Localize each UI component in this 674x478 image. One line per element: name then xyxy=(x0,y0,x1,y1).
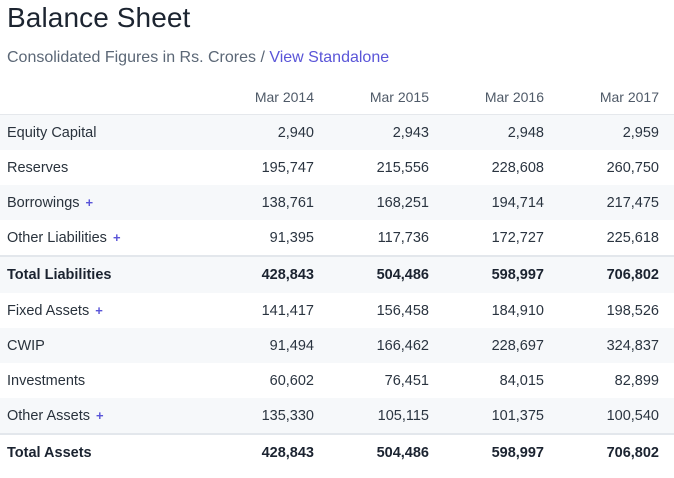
value-cell: 168,251 xyxy=(314,185,429,220)
row-label: Borrowings xyxy=(7,194,80,211)
value-cell: 228,608 xyxy=(491,159,544,176)
value-cell: 504,486 xyxy=(314,433,429,471)
column-header: Mar 2014 xyxy=(199,80,314,115)
value-cell: 91,395 xyxy=(269,229,314,246)
value-cell: 84,015 xyxy=(499,372,544,389)
value-cell: 215,556 xyxy=(376,159,429,176)
balance-sheet-table: Mar 2014 Mar 2015 Mar 2016 Mar 2017 Equi… xyxy=(0,80,674,471)
header-label-cell xyxy=(0,80,199,115)
value-cell: 706,802 xyxy=(544,255,659,293)
row-label: Total Assets xyxy=(0,433,199,471)
column-header: Mar 2016 xyxy=(429,80,544,115)
page-subtitle: Consolidated Figures in Rs. Crores / Vie… xyxy=(7,49,389,67)
value-cell: 2,943 xyxy=(314,114,429,150)
table-row: Equity Capital 2,940 2,943 2,948 2,959 xyxy=(0,114,674,150)
row-label-expandable: Borrowings + xyxy=(0,185,199,220)
expand-other-assets-button[interactable]: + xyxy=(96,408,104,423)
value-cell: 60,602 xyxy=(269,372,314,389)
value-cell: 598,997 xyxy=(429,255,544,293)
value-cell: 2,940 xyxy=(199,114,314,150)
value-cell: 324,837 xyxy=(544,328,659,363)
column-header: Mar 2015 xyxy=(314,80,429,115)
header-row: Mar 2014 Mar 2015 Mar 2016 Mar 2017 xyxy=(0,80,674,115)
value-cell: 195,747 xyxy=(261,159,314,176)
value-cell: 217,475 xyxy=(544,185,659,220)
value-cell: 172,727 xyxy=(491,229,544,246)
total-row: Total Assets 428,843 504,486 598,997 706… xyxy=(0,433,674,471)
value-cell: 260,750 xyxy=(606,159,659,176)
value-cell: 225,618 xyxy=(606,229,659,246)
expand-other-liabilities-button[interactable]: + xyxy=(113,230,121,245)
value-cell: 82,899 xyxy=(614,372,659,389)
value-cell: 76,451 xyxy=(384,372,429,389)
value-cell: 706,802 xyxy=(544,433,659,471)
row-label: Fixed Assets xyxy=(7,302,90,319)
row-label-expandable: Other Liabilities + xyxy=(0,220,199,256)
value-cell: 166,462 xyxy=(314,328,429,363)
row-label: Total Liabilities xyxy=(0,255,199,293)
row-label: Reserves xyxy=(7,159,69,176)
balance-sheet-panel: Balance Sheet Consolidated Figures in Rs… xyxy=(0,0,674,478)
view-standalone-link[interactable]: View Standalone xyxy=(269,49,389,66)
table-row: Investments 60,602 76,451 84,015 82,899 xyxy=(0,363,674,398)
value-cell: 228,697 xyxy=(429,328,544,363)
value-cell: 194,714 xyxy=(429,185,544,220)
value-cell: 428,843 xyxy=(199,433,314,471)
total-row: Total Liabilities 428,843 504,486 598,99… xyxy=(0,255,674,293)
row-label: CWIP xyxy=(0,328,199,363)
value-cell: 598,997 xyxy=(429,433,544,471)
value-cell: 504,486 xyxy=(314,255,429,293)
value-cell: 156,458 xyxy=(376,302,429,319)
table-row: Reserves 195,747 215,556 228,608 260,750 xyxy=(0,150,674,185)
page-title: Balance Sheet xyxy=(7,2,191,33)
value-cell: 2,948 xyxy=(429,114,544,150)
column-header: Mar 2017 xyxy=(544,80,659,115)
row-label-expandable: Fixed Assets + xyxy=(0,293,199,328)
table-row: Fixed Assets + 141,417 156,458 184,910 19… xyxy=(0,293,674,328)
subtitle-text: Consolidated Figures in Rs. Crores / xyxy=(7,49,270,66)
value-cell: 138,761 xyxy=(199,185,314,220)
value-cell: 105,115 xyxy=(314,398,429,434)
table-row: Other Assets + 135,330 105,115 101,375 10… xyxy=(0,398,674,434)
value-cell: 198,526 xyxy=(606,302,659,319)
value-cell: 101,375 xyxy=(429,398,544,434)
value-cell: 135,330 xyxy=(199,398,314,434)
row-label: Equity Capital xyxy=(0,114,199,150)
row-label-expandable: Other Assets + xyxy=(0,398,199,434)
value-cell: 2,959 xyxy=(544,114,659,150)
value-cell: 91,494 xyxy=(199,328,314,363)
row-label: Other Liabilities xyxy=(7,229,107,246)
expand-fixed-assets-button[interactable]: + xyxy=(95,303,103,318)
table-row: Other Liabilities + 91,395 117,736 172,72… xyxy=(0,220,674,256)
table-row: Borrowings + 138,761 168,251 194,714 217,… xyxy=(0,185,674,220)
value-cell: 184,910 xyxy=(491,302,544,319)
value-cell: 141,417 xyxy=(261,302,314,319)
value-cell: 100,540 xyxy=(544,398,659,434)
value-cell: 428,843 xyxy=(199,255,314,293)
row-label: Investments xyxy=(7,372,86,389)
row-label: Other Assets xyxy=(7,407,91,424)
expand-borrowings-button[interactable]: + xyxy=(86,195,94,210)
value-cell: 117,736 xyxy=(377,229,429,246)
table-row: CWIP 91,494 166,462 228,697 324,837 xyxy=(0,328,674,363)
